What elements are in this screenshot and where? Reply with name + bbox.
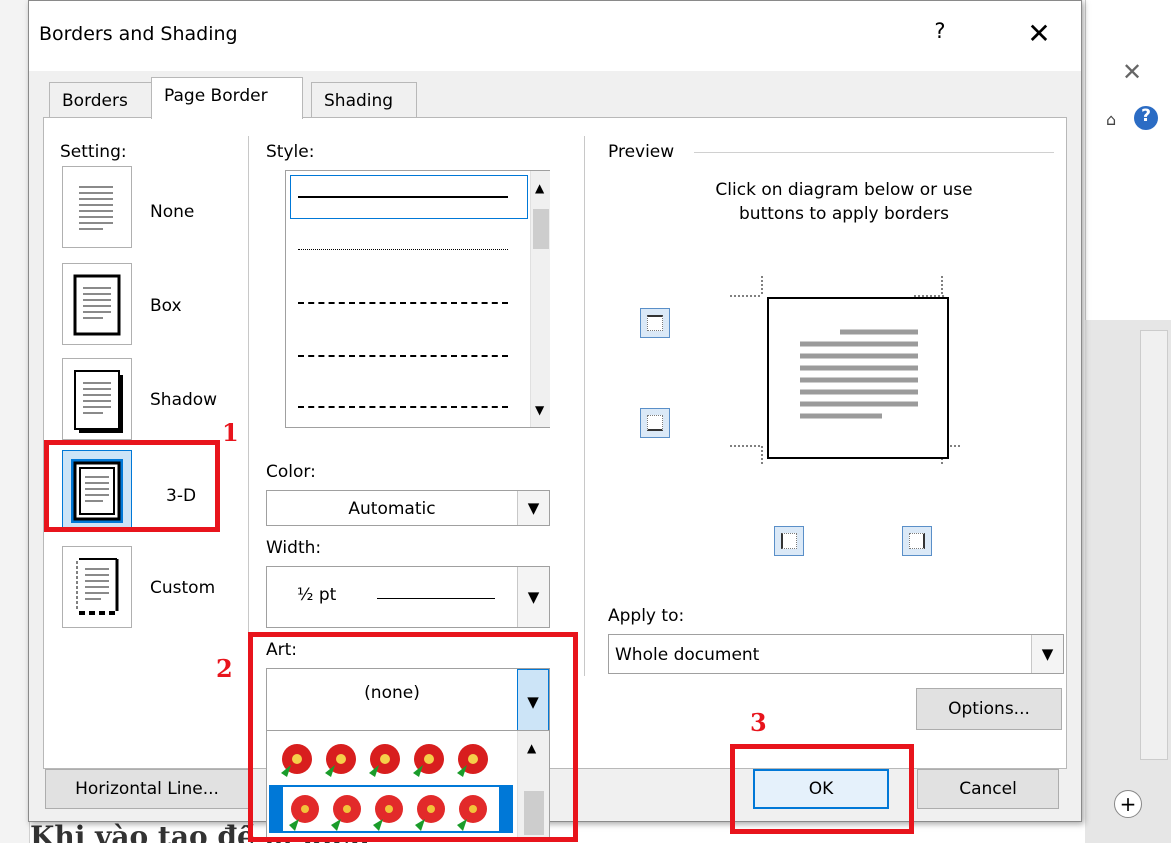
scroll-thumb[interactable] xyxy=(533,209,549,249)
cancel-button[interactable]: Cancel xyxy=(917,769,1059,809)
annotation-number-1: 1 xyxy=(222,418,239,447)
background-zoom-in-icon: + xyxy=(1114,790,1142,818)
style-list[interactable]: ▲ ▼ xyxy=(285,170,550,428)
annotation-box-2 xyxy=(248,632,578,842)
color-label: Color: xyxy=(266,462,316,482)
preview-diagram[interactable] xyxy=(722,268,962,468)
top-border-button[interactable] xyxy=(640,308,670,338)
help-button[interactable]: ? xyxy=(925,19,955,53)
close-button[interactable]: ✕ xyxy=(1019,17,1059,55)
dialog-title: Borders and Shading xyxy=(39,23,238,45)
width-value: ½ pt xyxy=(297,585,337,605)
horizontal-line-button[interactable]: Horizontal Line... xyxy=(45,769,249,809)
width-label: Width: xyxy=(266,538,322,558)
dialog-titlebar: Borders and Shading ? ✕ xyxy=(29,1,1081,71)
bottom-border-icon xyxy=(647,415,663,431)
color-value: Automatic xyxy=(348,499,436,519)
apply-to-label: Apply to: xyxy=(608,606,685,626)
scroll-up-icon[interactable]: ▲ xyxy=(535,181,544,195)
background-close-icon: ✕ xyxy=(1122,58,1143,86)
style-label: Style: xyxy=(266,142,315,162)
color-select[interactable]: Automatic ▼ xyxy=(266,490,550,526)
setting-label: Setting: xyxy=(60,142,127,162)
width-preview-line xyxy=(377,598,495,599)
setting-custom-label[interactable]: Custom xyxy=(150,578,215,598)
top-border-icon xyxy=(647,315,663,331)
background-collapse-icon: ⌂ xyxy=(1106,110,1117,129)
style-scrollbar[interactable]: ▲ ▼ xyxy=(530,171,550,427)
annotation-box-1 xyxy=(44,440,220,532)
annotation-box-3 xyxy=(730,744,914,834)
style-item-solid[interactable] xyxy=(298,196,508,198)
bottom-border-button[interactable] xyxy=(640,408,670,438)
setting-custom-icon[interactable] xyxy=(62,546,132,628)
style-item-dashed-small[interactable] xyxy=(298,302,508,304)
style-item-dash-dot[interactable] xyxy=(298,406,508,408)
annotation-number-2: 2 xyxy=(216,654,233,683)
chevron-down-icon[interactable]: ▼ xyxy=(517,491,549,525)
background-scrollbar xyxy=(1140,330,1168,760)
preview-instruction-line1: Click on diagram below or use xyxy=(715,180,973,200)
style-item-dotted[interactable] xyxy=(298,249,508,250)
right-border-icon xyxy=(909,533,925,549)
apply-to-value: Whole document xyxy=(615,645,760,665)
setting-box-label[interactable]: Box xyxy=(150,296,182,316)
chevron-down-icon[interactable]: ▼ xyxy=(1031,635,1063,673)
tab-shading[interactable]: Shading xyxy=(311,82,417,118)
left-border-icon xyxy=(781,533,797,549)
preview-label: Preview xyxy=(608,142,675,162)
apply-to-select[interactable]: Whole document ▼ xyxy=(608,634,1064,674)
preview-instruction-line2: buttons to apply borders xyxy=(739,204,949,224)
right-border-button[interactable] xyxy=(902,526,932,556)
background-help-icon: ? xyxy=(1134,106,1158,130)
options-button[interactable]: Options... xyxy=(916,688,1062,730)
setting-shadow-label[interactable]: Shadow xyxy=(150,390,217,410)
annotation-number-3: 3 xyxy=(750,708,767,737)
divider-right xyxy=(584,136,585,676)
width-select[interactable]: ½ pt ▼ xyxy=(266,566,550,628)
scroll-down-icon[interactable]: ▼ xyxy=(535,403,544,417)
setting-box-icon[interactable] xyxy=(62,263,132,345)
style-item-dashed-large[interactable] xyxy=(298,355,508,357)
tab-borders[interactable]: Borders xyxy=(49,82,153,118)
chevron-down-icon[interactable]: ▼ xyxy=(517,567,549,627)
setting-none-label[interactable]: None xyxy=(150,202,194,222)
preview-rule xyxy=(694,152,1054,153)
setting-shadow-icon[interactable] xyxy=(62,358,132,440)
tab-page-border[interactable]: Page Border xyxy=(151,77,303,119)
setting-none-icon[interactable] xyxy=(62,166,132,248)
background-left-bar xyxy=(0,0,30,843)
left-border-button[interactable] xyxy=(774,526,804,556)
